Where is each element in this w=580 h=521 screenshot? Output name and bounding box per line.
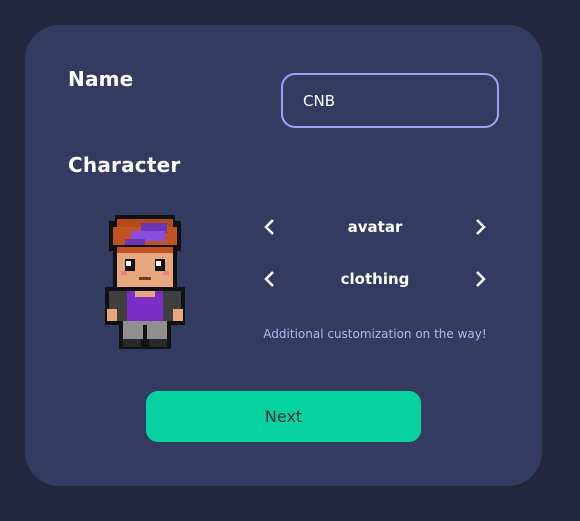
name-heading: Name [68,67,134,91]
clothing-prev-button[interactable] [255,264,285,294]
avatar-selector: avatar [255,212,495,242]
clothing-next-button[interactable] [465,264,495,294]
character-setup-card: Name Character [25,25,542,486]
chevron-right-icon [476,219,486,235]
name-input[interactable] [281,73,499,128]
chevron-left-icon [264,219,274,235]
chevron-right-icon [476,271,486,287]
avatar-label: avatar [347,218,403,236]
clothing-selector: clothing [255,264,495,294]
next-button[interactable]: Next [146,391,421,442]
character-heading: Character [68,153,181,177]
customization-note: Additional customization on the way! [263,327,487,341]
clothing-label: clothing [340,270,410,288]
character-avatar-sprite [105,215,185,349]
chevron-left-icon [264,271,274,287]
avatar-prev-button[interactable] [255,212,285,242]
avatar-next-button[interactable] [465,212,495,242]
